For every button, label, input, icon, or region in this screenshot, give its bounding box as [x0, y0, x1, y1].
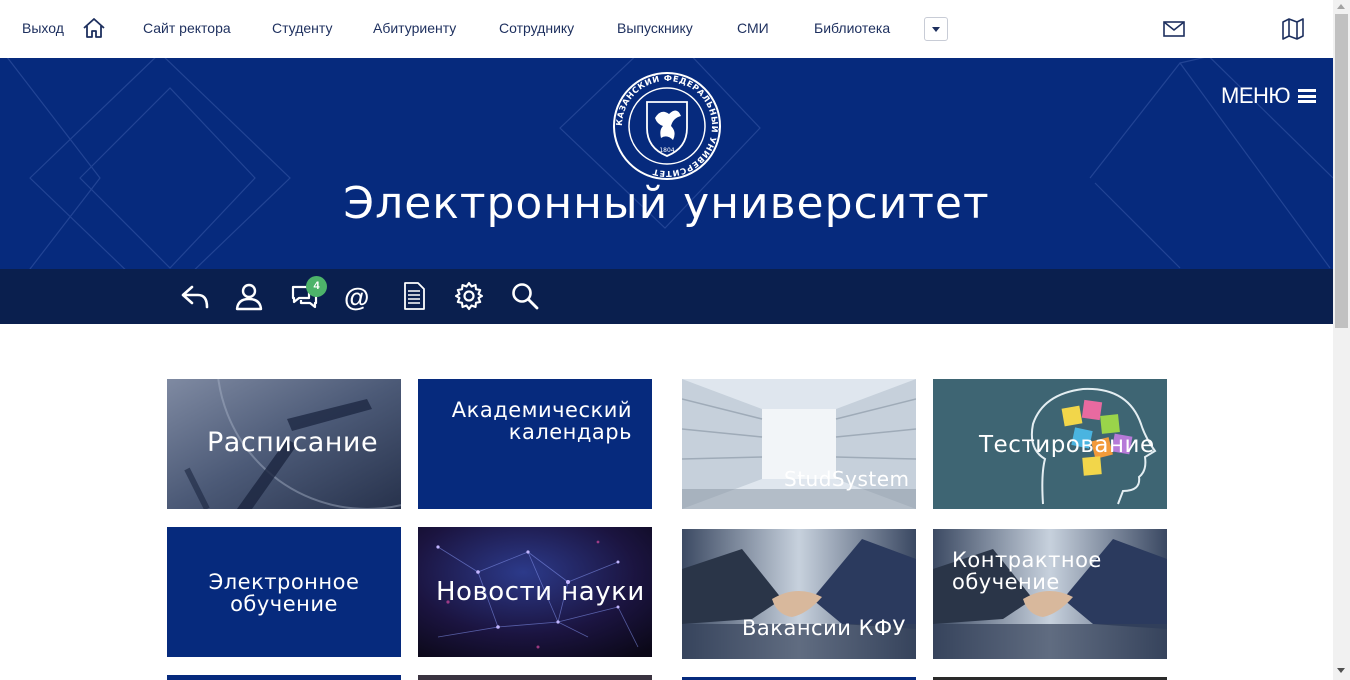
search-icon[interactable] — [510, 281, 540, 311]
tile-science-news[interactable]: Новости науки — [418, 527, 652, 657]
logo-year: 1804 — [659, 147, 674, 154]
hero-banner: КАЗАНСКИЙ ФЕДЕРАЛЬНЫЙ УНИВЕРСИТЕТ 1804 Э… — [0, 58, 1333, 269]
scrollbar-thumb[interactable] — [1335, 14, 1348, 328]
tile-academic-calendar[interactable]: Академический календарь — [418, 379, 652, 509]
nav-link-library[interactable]: Библиотека — [814, 20, 890, 36]
tile-label: Новости науки — [436, 577, 645, 607]
email-at-button[interactable]: @ — [344, 282, 369, 313]
map-icon[interactable] — [1282, 18, 1304, 40]
tile-studsystem[interactable]: StudSystem — [682, 379, 916, 509]
document-icon[interactable] — [399, 281, 429, 311]
tile-e-learning[interactable]: Электронное обучение — [167, 527, 401, 657]
nav-link-rector[interactable]: Сайт ректора — [143, 20, 231, 36]
scroll-down-icon[interactable] — [1337, 668, 1345, 673]
menu-button[interactable]: МЕНЮ — [1221, 83, 1317, 109]
settings-icon[interactable] — [454, 281, 484, 311]
nav-link-student[interactable]: Студенту — [272, 20, 332, 36]
page-title: Электронный университет — [343, 178, 990, 229]
university-logo: КАЗАНСКИЙ ФЕДЕРАЛЬНЫЙ УНИВЕРСИТЕТ 1804 — [613, 72, 721, 180]
chevron-down-icon — [932, 27, 940, 32]
mail-icon[interactable] — [1163, 21, 1185, 37]
nav-link-graduate[interactable]: Выпускнику — [617, 20, 693, 36]
vertical-scrollbar[interactable] — [1333, 0, 1350, 680]
nav-link-applicant[interactable]: Абитуриенту — [373, 20, 456, 36]
tile-kfu-vacancies[interactable]: Вакансии КФУ — [682, 529, 916, 659]
tile-schedule[interactable]: Расписание — [167, 379, 401, 509]
tile-label: Тестирование — [979, 432, 1155, 458]
tile-row3-1[interactable] — [167, 675, 401, 680]
messages-count-badge: 4 — [306, 276, 327, 297]
user-icon[interactable] — [234, 281, 264, 311]
tile-label: Академический календарь — [451, 398, 632, 445]
nav-link-media[interactable]: СМИ — [737, 20, 769, 36]
hamburger-icon — [1298, 89, 1317, 103]
nav-link-employee[interactable]: Сотруднику — [499, 20, 574, 36]
tile-label: Контрактное обучение — [952, 548, 1102, 595]
tile-contract-education[interactable]: Контрактное обучение — [933, 529, 1167, 659]
tile-label: StudSystem — [784, 467, 910, 491]
user-toolbar — [0, 269, 1333, 324]
tile-label: Электронное обучение — [208, 570, 360, 617]
tile-testing[interactable]: Тестирование — [933, 379, 1167, 509]
tile-row3-2[interactable] — [418, 675, 652, 680]
logout-link[interactable]: Выход — [22, 20, 64, 36]
menu-label: МЕНЮ — [1221, 83, 1291, 108]
scroll-up-icon[interactable] — [1337, 4, 1345, 9]
top-navigation: Выход Сайт ректора Студенту Абитуриенту … — [0, 0, 1333, 58]
reply-icon[interactable] — [180, 281, 210, 311]
tile-label: Расписание — [207, 427, 379, 458]
more-links-button[interactable] — [924, 17, 948, 41]
home-icon[interactable] — [82, 17, 106, 39]
tile-label: Вакансии КФУ — [742, 616, 906, 640]
